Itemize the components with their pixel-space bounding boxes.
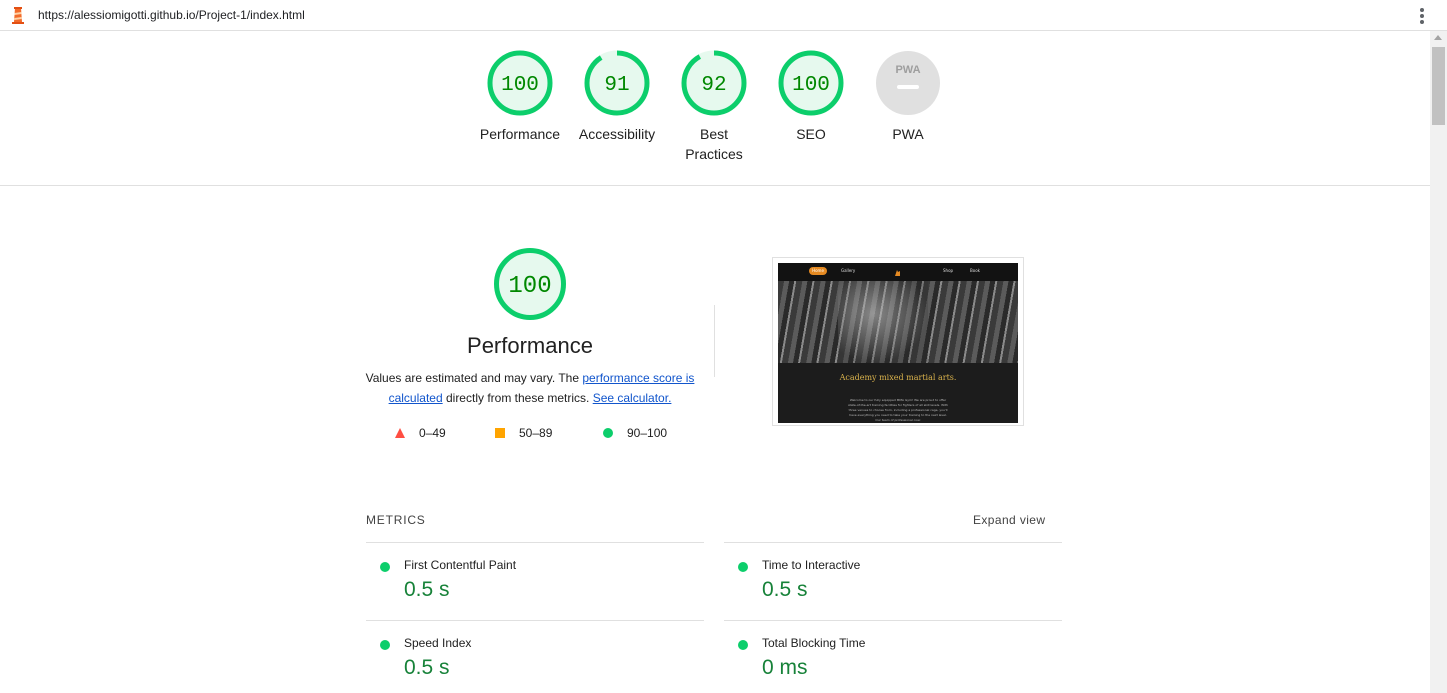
circle-icon	[603, 428, 613, 438]
metrics-header: METRICS	[366, 513, 426, 527]
scroll-up-arrow-icon[interactable]	[1434, 35, 1442, 40]
gauge-label: Performance	[479, 126, 561, 142]
score-summary: 100 Performance 91 Accessibility 92 Best…	[0, 31, 1430, 186]
square-icon	[495, 428, 505, 438]
score-gauge: 91	[584, 50, 650, 116]
site-nav-home: Home	[809, 267, 827, 275]
gauge-label: Best Practices	[685, 126, 743, 162]
metric-divider	[724, 542, 1062, 543]
site-logo-icon	[895, 270, 900, 276]
metric-first-contentful-paint: First Contentful Paint 0.5 s	[366, 558, 696, 608]
site-hero-figure	[838, 281, 928, 363]
see-calculator-link[interactable]: See calculator.	[593, 391, 672, 405]
metric-value: 0.5 s	[404, 578, 450, 601]
legend-average: 50–89	[495, 426, 552, 440]
gauge-best-practices[interactable]: 92 Best Practices	[664, 50, 764, 164]
expand-view-toggle[interactable]: Expand view	[973, 513, 1045, 527]
site-nav-shop: Shop	[943, 268, 954, 273]
metric-value: 0 ms	[762, 656, 808, 679]
pass-circle-icon	[380, 562, 390, 572]
pwa-badge-icon: PWA	[876, 51, 940, 115]
metric-value: 0.5 s	[762, 578, 808, 601]
pass-circle-icon	[380, 640, 390, 650]
gauge-score: 92	[701, 74, 726, 97]
description-text: Values are estimated and may vary. The	[365, 371, 583, 385]
gauge-score: 100	[792, 74, 830, 97]
metric-divider	[366, 620, 704, 621]
score-gauge: 100	[778, 50, 844, 116]
report-url[interactable]: https://alessiomigotti.github.io/Project…	[38, 8, 305, 22]
metric-name: Speed Index	[404, 636, 472, 650]
metric-speed-index: Speed Index 0.5 s	[366, 636, 696, 686]
metric-divider	[724, 620, 1062, 621]
performance-gauge: 100	[494, 248, 566, 320]
metric-time-to-interactive: Time to Interactive 0.5 s	[724, 558, 1054, 608]
scrollbar[interactable]	[1430, 31, 1447, 693]
site-body-text: Welcome to our fully equipped MMA Gym! W…	[848, 398, 948, 422]
gauge-label: SEO	[796, 126, 826, 142]
score-gauge: 100	[487, 50, 553, 116]
legend-pass: 90–100	[603, 426, 667, 440]
gauge-seo[interactable]: 100 SEO	[761, 50, 861, 144]
gauge-label: Accessibility	[578, 126, 656, 142]
triangle-icon	[395, 428, 405, 438]
section-divider	[714, 305, 715, 377]
screenshot-image: Home Gallery Shop Book Academy mixed mar…	[778, 263, 1018, 423]
score-gauge: 92	[681, 50, 747, 116]
performance-description: Values are estimated and may vary. The p…	[365, 368, 695, 408]
gauge-performance[interactable]: 100 Performance	[470, 50, 570, 144]
metric-value: 0.5 s	[404, 656, 450, 679]
gauge-accessibility[interactable]: 91 Accessibility	[567, 50, 667, 144]
final-screenshot[interactable]: Home Gallery Shop Book Academy mixed mar…	[772, 257, 1024, 426]
gauge-label: PWA	[892, 126, 924, 142]
legend-range: 50–89	[519, 426, 553, 440]
gauge-score: 100	[501, 74, 539, 97]
metric-name: First Contentful Paint	[404, 558, 517, 572]
legend-range: 90–100	[627, 426, 668, 440]
vertical-dots-menu-icon[interactable]	[1414, 6, 1430, 26]
report-top-bar: https://alessiomigotti.github.io/Project…	[0, 0, 1447, 31]
pwa-badge-text: PWA	[895, 64, 920, 76]
metric-divider	[366, 542, 704, 543]
metric-total-blocking-time: Total Blocking Time 0 ms	[724, 636, 1054, 686]
description-text: directly from these metrics.	[442, 391, 593, 405]
site-nav-gallery: Gallery	[841, 268, 856, 273]
lighthouse-icon	[12, 7, 24, 24]
legend-range: 0–49	[419, 426, 446, 440]
site-nav-book: Book	[970, 268, 980, 273]
legend-fail: 0–49	[395, 426, 446, 440]
gauge-pwa[interactable]: PWA PWA	[858, 50, 958, 144]
metric-name: Time to Interactive	[762, 558, 861, 572]
gauge-score: 91	[604, 74, 629, 97]
pass-circle-icon	[738, 640, 748, 650]
scrollbar-thumb[interactable]	[1432, 47, 1445, 125]
performance-title: Performance	[467, 333, 593, 358]
metric-name: Total Blocking Time	[762, 636, 866, 650]
performance-score: 100	[508, 273, 551, 300]
pass-circle-icon	[738, 562, 748, 572]
site-heading: Academy mixed martial arts.	[839, 373, 957, 382]
